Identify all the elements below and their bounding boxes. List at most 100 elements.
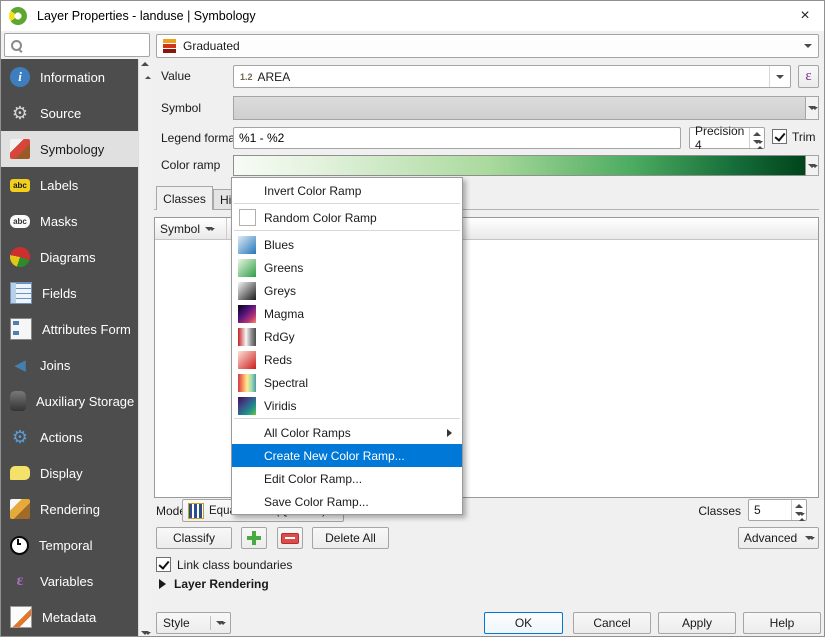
sidebar-item-masks[interactable]: Masks — [1, 203, 138, 239]
sidebar-scrollbar[interactable] — [138, 59, 151, 637]
symbol-preview[interactable] — [233, 96, 806, 120]
labels-icon — [10, 179, 30, 192]
tab-classes[interactable]: Classes — [156, 186, 213, 210]
color-ramp-preview[interactable] — [233, 155, 806, 176]
advanced-button[interactable]: Advanced — [738, 527, 819, 549]
menu-item-magma[interactable]: Magma — [232, 302, 462, 325]
viridis-ramp-icon — [238, 397, 256, 415]
menu-item-label: All Color Ramps — [264, 426, 351, 440]
menu-item-label: Random Color Ramp — [264, 211, 377, 225]
expand-arrow-icon[interactable] — [159, 579, 166, 589]
sidebar-item-attributes-form[interactable]: Attributes Form — [1, 311, 138, 347]
sidebar-item-rendering[interactable]: Rendering — [1, 491, 138, 527]
value-dropdown-arrow[interactable] — [769, 66, 790, 87]
link-class-boundaries-option[interactable]: Link class boundaries — [156, 557, 292, 572]
decimal-type-icon: 1.2 — [240, 72, 253, 82]
precision-spin-buttons[interactable] — [749, 128, 764, 148]
source-icon — [10, 103, 30, 123]
menu-item-random-color-ramp[interactable]: Random Color Ramp — [232, 206, 462, 229]
sidebar-item-label: Variables — [40, 574, 93, 589]
scroll-down-icon[interactable] — [141, 631, 149, 635]
menu-item-rdgy[interactable]: RdGy — [232, 325, 462, 348]
masks-icon — [10, 215, 30, 228]
sidebar-item-symbology[interactable]: Symbology — [1, 131, 138, 167]
add-class-button[interactable] — [241, 527, 267, 549]
sidebar-item-label: Symbology — [40, 142, 104, 157]
sidebar-item-diagrams[interactable]: Diagrams — [1, 239, 138, 275]
sidebar-item-fields[interactable]: Fields — [1, 275, 138, 311]
sidebar-item-source[interactable]: Source — [1, 95, 138, 131]
spin-down-icon[interactable] — [753, 140, 761, 144]
help-button[interactable]: Help — [743, 612, 821, 634]
layer-rendering-section[interactable]: Layer Rendering — [159, 577, 269, 591]
display-icon — [10, 466, 30, 480]
sidebar-item-temporal[interactable]: Temporal — [1, 527, 138, 563]
menu-item-create-new-color-ramp[interactable]: Create New Color Ramp... — [232, 444, 462, 467]
scroll-up-icon[interactable] — [141, 62, 149, 66]
style-button[interactable]: Style — [156, 612, 231, 634]
search-input[interactable] — [27, 37, 149, 53]
sidebar-item-label: Labels — [40, 178, 78, 193]
sidebar-item-label: Display — [40, 466, 83, 481]
trim-option[interactable]: Trim — [772, 129, 816, 144]
column-header-symbol[interactable]: Symbol — [155, 218, 227, 239]
precision-spinbox[interactable]: Precision 4 — [689, 127, 765, 149]
menu-item-save-color-ramp[interactable]: Save Color Ramp... — [232, 490, 462, 513]
cancel-button[interactable]: Cancel — [573, 612, 651, 634]
remove-class-button[interactable] — [277, 527, 303, 549]
menu-item-viridis[interactable]: Viridis — [232, 394, 462, 417]
ok-button[interactable]: OK — [484, 612, 563, 634]
legend-format-input[interactable] — [233, 127, 681, 149]
temporal-icon — [10, 536, 29, 555]
menu-item-reds[interactable]: Reds — [232, 348, 462, 371]
sidebar-item-actions[interactable]: Actions — [1, 419, 138, 455]
classes-spin-buttons[interactable] — [791, 500, 806, 520]
close-button[interactable]: × — [792, 4, 818, 28]
expression-button[interactable]: ε — [798, 65, 819, 88]
classes-spinbox[interactable]: 5 — [748, 499, 807, 521]
trim-checkbox[interactable] — [772, 129, 787, 144]
link-class-boundaries-checkbox[interactable] — [156, 557, 171, 572]
sidebar-item-variables[interactable]: Variables — [1, 563, 138, 599]
menu-item-greys[interactable]: Greys — [232, 279, 462, 302]
menu-item-greens[interactable]: Greens — [232, 256, 462, 279]
symbology-icon — [10, 139, 30, 159]
sidebar-item-metadata[interactable]: Metadata — [1, 599, 138, 635]
sidebar-item-display[interactable]: Display — [1, 455, 138, 491]
sidebar-item-label: Fields — [42, 286, 77, 301]
submenu-arrow-icon — [447, 429, 452, 437]
value-combo[interactable]: 1.2 AREA — [233, 65, 791, 88]
sidebar-item-auxiliary-storage[interactable]: Auxiliary Storage — [1, 383, 138, 419]
menu-item-icon-slot — [238, 424, 256, 442]
menu-item-spectral[interactable]: Spectral — [232, 371, 462, 394]
delete-all-button[interactable]: Delete All — [312, 527, 389, 549]
layer-properties-dialog: Layer Properties - landuse | Symbology ×… — [0, 0, 825, 637]
window-title: Layer Properties - landuse | Symbology — [37, 9, 256, 23]
symbol-dropdown-arrow[interactable] — [806, 96, 819, 120]
search-box[interactable] — [4, 33, 150, 57]
spin-up-icon[interactable] — [795, 504, 803, 508]
menu-item-edit-color-ramp[interactable]: Edit Color Ramp... — [232, 467, 462, 490]
menu-item-all-color-ramps[interactable]: All Color Ramps — [232, 421, 462, 444]
random-ramp-checkbox[interactable] — [239, 209, 256, 226]
sidebar-item-labels[interactable]: Labels — [1, 167, 138, 203]
menu-item-label: Create New Color Ramp... — [264, 449, 405, 463]
classes-value: 5 — [749, 500, 791, 520]
menu-item-invert-color-ramp[interactable]: Invert Color Ramp — [232, 179, 462, 202]
classify-button[interactable]: Classify — [156, 527, 232, 549]
menu-item-label: Blues — [264, 238, 294, 252]
quantile-mode-icon — [188, 503, 204, 519]
renderer-combo[interactable]: Graduated — [156, 34, 819, 58]
classes-label: Classes — [684, 500, 741, 522]
auxiliary-storage-icon — [10, 391, 26, 411]
spin-down-icon[interactable] — [795, 512, 803, 516]
reds-ramp-icon — [238, 351, 256, 369]
menu-item-icon-slot — [238, 182, 256, 200]
magma-ramp-icon — [238, 305, 256, 323]
sidebar-item-joins[interactable]: Joins — [1, 347, 138, 383]
sidebar-item-information[interactable]: Information — [1, 59, 138, 95]
menu-item-blues[interactable]: Blues — [232, 233, 462, 256]
color-ramp-dropdown-arrow[interactable] — [806, 155, 819, 176]
spin-up-icon[interactable] — [753, 132, 761, 136]
apply-button[interactable]: Apply — [658, 612, 736, 634]
